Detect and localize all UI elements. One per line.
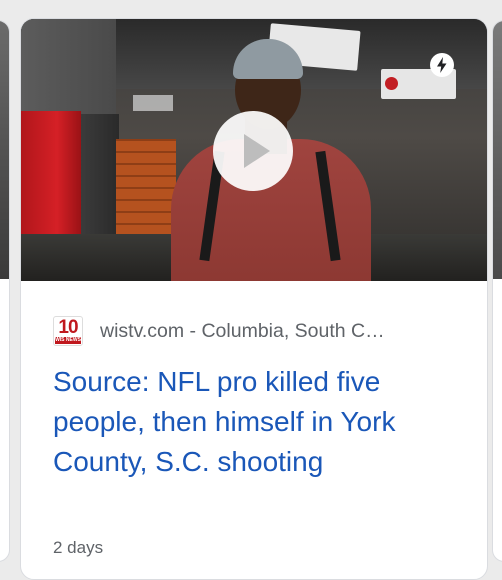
next-card-peek[interactable] (492, 20, 502, 562)
previous-card-peek[interactable] (0, 20, 10, 562)
source-logo-number: 10 (58, 317, 78, 338)
source-name: wistv.com - Columbia, South C… (100, 319, 385, 342)
play-icon (244, 134, 270, 168)
previous-card-thumbnail (0, 21, 9, 279)
sign-logo (385, 77, 398, 90)
video-thumbnail[interactable] (21, 19, 487, 281)
article-headline-link[interactable]: Source: NFL pro killed five people, then… (53, 362, 463, 482)
play-button[interactable] (213, 111, 293, 191)
news-card[interactable]: 10 WIS NEWS wistv.com - Columbia, South … (20, 18, 488, 580)
source-logo: 10 WIS NEWS (53, 316, 83, 346)
thumbnail-light (133, 95, 173, 111)
article-timestamp: 2 days (53, 538, 104, 557)
source-row: 10 WIS NEWS wistv.com - Columbia, South … (53, 316, 463, 346)
source-logo-subtext: WIS NEWS (55, 337, 81, 344)
next-card-thumbnail (493, 21, 502, 279)
lightning-bolt-icon (430, 53, 454, 77)
